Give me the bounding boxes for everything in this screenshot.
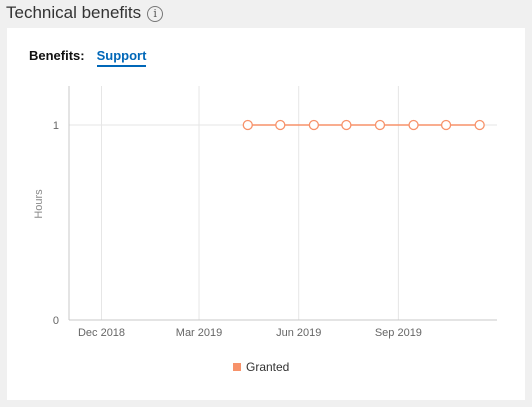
legend-label-granted: Granted (246, 360, 290, 374)
y-axis-ticks: 01 (53, 120, 59, 327)
chart-series (242, 119, 485, 131)
legend-swatch-granted (233, 363, 241, 371)
x-tick-label: Dec 2018 (78, 327, 125, 339)
page-header: Technical benefits i (6, 3, 164, 23)
data-point-granted (242, 119, 253, 131)
data-point-granted (341, 119, 352, 131)
data-point-granted (308, 119, 320, 131)
info-icon[interactable]: i (147, 5, 164, 22)
y-tick-label: 0 (53, 315, 59, 327)
x-tick-label: Sep 2019 (375, 327, 422, 339)
data-point-granted (408, 119, 419, 131)
y-tick-label: 1 (53, 120, 59, 132)
chart-legend: Granted (233, 360, 289, 374)
hours-line-chart: 01 Dec 2018 Mar 2019 Jun 2019 Sep 2019 Hour… (33, 86, 497, 339)
x-axis-ticks: Dec 2018 Mar 2019 Jun 2019 Sep 2019 (78, 327, 422, 339)
x-tick-label: Jun 2019 (276, 327, 321, 339)
x-tick-label: Mar 2019 (176, 327, 222, 339)
data-point-granted (374, 119, 386, 131)
data-point-granted (275, 119, 286, 131)
y-axis-label: Hours (33, 189, 45, 219)
benefits-card: Benefits: Support 01 Dec 2018 Mar 2019 Jun… (7, 28, 525, 400)
data-point-granted (474, 119, 485, 131)
data-point-granted (440, 119, 452, 131)
page-title: Technical benefits (6, 3, 142, 22)
